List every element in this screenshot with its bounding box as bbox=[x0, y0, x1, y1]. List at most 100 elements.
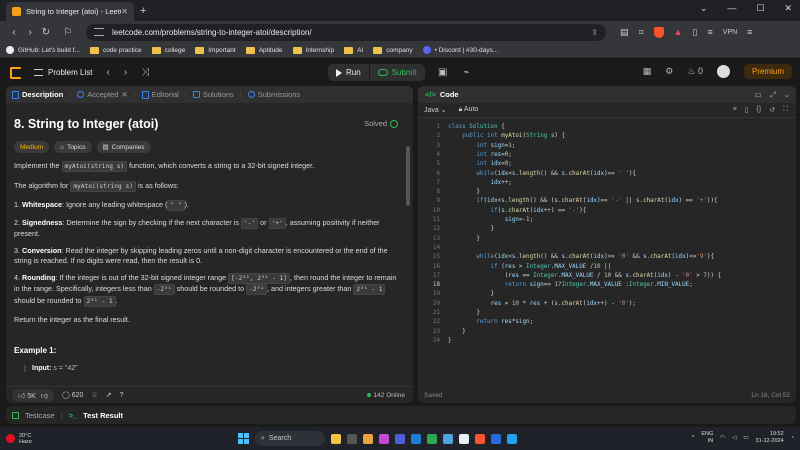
auto-format-toggle[interactable]: 🔒︎ Auto bbox=[459, 106, 479, 114]
code-line[interactable]: 21 } bbox=[418, 310, 796, 319]
brave-icon[interactable] bbox=[475, 433, 485, 444]
new-tab-button[interactable]: + bbox=[140, 5, 146, 17]
app-icon-3[interactable] bbox=[395, 433, 405, 444]
streak-counter[interactable]: ♨ 0 bbox=[687, 66, 703, 77]
tab-description[interactable]: Description bbox=[12, 90, 63, 99]
brave-shield-icon[interactable] bbox=[653, 26, 664, 38]
bookmark-icon[interactable]: ▯ bbox=[745, 106, 749, 114]
share-icon[interactable]: ⇪ bbox=[591, 28, 598, 37]
code-line[interactable]: 7 idx++; bbox=[418, 180, 796, 189]
code-line[interactable]: 10 if(s.charAt(idx++) == '-'){ bbox=[418, 208, 796, 217]
app-icon-6[interactable] bbox=[459, 433, 469, 444]
prev-problem-icon[interactable]: ‹ bbox=[106, 67, 109, 78]
wifi-icon[interactable]: ◠ bbox=[720, 435, 725, 441]
notes-icon[interactable]: ▣ bbox=[438, 67, 447, 78]
reload-icon[interactable]: ↻ bbox=[38, 27, 54, 38]
code-line[interactable]: 9 if(idx<s.length() && (s.charAt(idx)== … bbox=[418, 198, 796, 207]
bookmark-item[interactable]: • Discord | #30-days... bbox=[422, 46, 498, 54]
maximize-icon[interactable]: ☐ bbox=[756, 3, 764, 14]
companies-tag[interactable]: ▤ Companies bbox=[96, 141, 151, 153]
menu-list-icon[interactable]: ≡ bbox=[707, 27, 712, 37]
code-line[interactable]: 24} bbox=[418, 338, 796, 347]
code-line[interactable]: 19 } bbox=[418, 291, 796, 300]
volume-icon[interactable]: ◁ bbox=[732, 435, 736, 441]
more-menu-icon[interactable]: ≡ bbox=[747, 27, 752, 37]
bookmark-item[interactable]: company bbox=[373, 46, 413, 54]
address-bar[interactable]: leetcode.com/problems/string-to-integer-… bbox=[86, 23, 606, 41]
weather-widget[interactable]: 20°C Haze bbox=[6, 433, 32, 445]
braces-icon[interactable]: {} bbox=[757, 106, 762, 114]
bookmark-item[interactable]: college bbox=[151, 46, 185, 54]
bookmark-item[interactable]: Internship bbox=[292, 46, 334, 54]
shuffle-icon[interactable]: ⤨ bbox=[141, 67, 149, 78]
site-settings-icon[interactable] bbox=[94, 28, 104, 36]
expand-icon[interactable]: ▭ bbox=[755, 90, 762, 100]
fullscreen-icon[interactable]: ⛶ bbox=[783, 106, 788, 114]
code-line[interactable]: 8 } bbox=[418, 189, 796, 198]
bookmark-item[interactable]: Important bbox=[195, 46, 236, 54]
code-line[interactable]: 3 int sign=1; bbox=[418, 143, 796, 152]
close-window-icon[interactable]: ✕ bbox=[784, 3, 792, 14]
browser-tab[interactable]: String to Integer (atoi) - LeetCo ✕ bbox=[6, 2, 134, 21]
code-line[interactable]: 16 if (res > Integer.MAX_VALUE /10 || bbox=[418, 264, 796, 273]
tab-submissions[interactable]: Submissions bbox=[247, 90, 300, 99]
close-tab-icon[interactable]: ✕ bbox=[122, 90, 128, 99]
avatar[interactable] bbox=[716, 65, 730, 78]
star-icon[interactable]: ☆ bbox=[91, 391, 97, 399]
bookmark-item[interactable]: code practice bbox=[89, 46, 142, 54]
app-icon-2[interactable] bbox=[379, 433, 389, 444]
vscode-icon[interactable] bbox=[507, 433, 517, 444]
reader-icon[interactable]: ▤ bbox=[620, 27, 629, 38]
bookmark-item[interactable]: GitHub: Let's build f... bbox=[6, 46, 80, 54]
notification-icon[interactable]: ◔ bbox=[791, 435, 794, 441]
topics-tag[interactable]: ⌂ Topics bbox=[54, 141, 92, 153]
bookmark-icon[interactable]: ⚐ bbox=[60, 27, 76, 38]
code-line[interactable]: 5 int idx=0; bbox=[418, 161, 796, 170]
chevron-down-icon[interactable]: ⌄ bbox=[700, 3, 708, 14]
app-icon-5[interactable] bbox=[443, 433, 453, 444]
tab-accepted[interactable]: Accepted ✕ bbox=[77, 90, 128, 99]
battery-icon[interactable]: ▭ bbox=[743, 435, 748, 441]
next-problem-icon[interactable]: › bbox=[124, 67, 127, 78]
layout-icon[interactable]: ▦ bbox=[643, 66, 652, 77]
share-icon[interactable]: ⇗ bbox=[106, 391, 112, 399]
sidebar-icon[interactable]: ▯ bbox=[693, 27, 698, 38]
file-explorer-icon[interactable] bbox=[331, 433, 341, 444]
code-line[interactable]: 4 int res=0; bbox=[418, 152, 796, 161]
code-line[interactable]: 20 res = 10 * res + (s.charAt(idx++) - '… bbox=[418, 301, 796, 310]
code-line[interactable]: 2 public int myAtoi(String s) { bbox=[418, 133, 796, 142]
rewards-icon[interactable]: ▲ bbox=[674, 27, 683, 37]
code-line[interactable]: 17 (res == Integer.MAX_VALUE / 10 && s.c… bbox=[418, 273, 796, 282]
close-tab-icon[interactable]: ✕ bbox=[121, 7, 128, 16]
like-button[interactable]: 👍︎ 5K bbox=[18, 391, 36, 400]
windows-start-icon[interactable] bbox=[238, 433, 249, 444]
scrollbar[interactable] bbox=[406, 146, 410, 206]
screenshot-icon[interactable]: ⌗ bbox=[639, 27, 644, 38]
vpn-button[interactable]: VPN bbox=[723, 29, 737, 36]
back-icon[interactable]: ‹ bbox=[6, 27, 22, 38]
code-line[interactable]: 23 } bbox=[418, 329, 796, 338]
task-view-icon[interactable] bbox=[347, 433, 357, 444]
tab-editorial[interactable]: Editorial bbox=[141, 90, 179, 99]
help-icon[interactable]: ? bbox=[120, 392, 124, 399]
language-select[interactable]: Java ⌄ bbox=[424, 106, 447, 114]
code-tab-label[interactable]: Code bbox=[440, 90, 459, 99]
forward-icon[interactable]: › bbox=[22, 27, 38, 38]
reset-icon[interactable]: ↺ bbox=[769, 106, 775, 114]
minimize-icon[interactable]: — bbox=[727, 3, 736, 14]
tab-testcase[interactable]: Testcase bbox=[25, 411, 55, 420]
code-line[interactable]: 14 bbox=[418, 245, 796, 254]
code-line[interactable]: 22 return res*sign; bbox=[418, 319, 796, 328]
language-indicator[interactable]: ENG IN bbox=[701, 431, 713, 445]
run-button[interactable]: Run bbox=[328, 64, 369, 81]
code-line[interactable]: 18 return sign== 1?Integer.MAX_VALUE :In… bbox=[418, 282, 796, 291]
edge-icon[interactable] bbox=[411, 433, 421, 444]
tray-chevron-icon[interactable]: ^ bbox=[692, 435, 695, 441]
difficulty-badge[interactable]: Medium bbox=[14, 141, 50, 153]
app-icon-7[interactable] bbox=[491, 433, 501, 444]
code-editor[interactable]: 1 class Solution {2 public int myAtoi(Str… bbox=[418, 124, 796, 386]
clock[interactable]: 19:52 31-12-2024 bbox=[756, 431, 784, 445]
code-line[interactable]: 6 while(idx<s.length() && s.charAt(idx)=… bbox=[418, 171, 796, 180]
problem-list-button[interactable]: Problem List bbox=[34, 68, 92, 77]
code-line[interactable]: 15 while(idx<s.length() && s.charAt(idx)… bbox=[418, 254, 796, 263]
